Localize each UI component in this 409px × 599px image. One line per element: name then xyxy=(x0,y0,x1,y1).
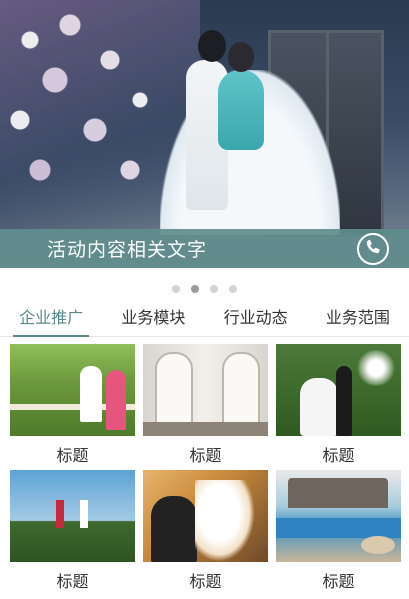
gallery-item-title[interactable]: 标题 xyxy=(143,442,268,466)
thumb-person xyxy=(106,370,126,430)
gallery-item[interactable]: 标题 xyxy=(10,470,135,592)
phone-button[interactable] xyxy=(357,233,389,265)
thumb-arch xyxy=(155,352,193,428)
gallery-thumbnail[interactable] xyxy=(143,344,268,436)
gallery-item[interactable]: 标题 xyxy=(143,470,268,592)
gallery-item[interactable]: 标题 xyxy=(276,470,401,592)
gallery-item-title[interactable]: 标题 xyxy=(276,568,401,592)
carousel-dot-active[interactable] xyxy=(190,285,199,293)
thumb-person xyxy=(56,500,64,528)
gallery-thumbnail[interactable] xyxy=(276,470,401,562)
gallery-item-title[interactable]: 标题 xyxy=(10,442,135,466)
thumb-person xyxy=(80,500,88,528)
banner-caption-bar: 活动内容相关文字 xyxy=(0,229,409,268)
banner-photo-head xyxy=(228,42,254,72)
thumb-pavilion xyxy=(288,478,388,508)
hero-banner[interactable]: 活动内容相关文字 xyxy=(0,0,409,268)
carousel-dot[interactable] xyxy=(171,285,180,293)
thumb-bride xyxy=(300,378,338,436)
thumb-water xyxy=(276,518,401,538)
gallery-item[interactable]: 标题 xyxy=(276,344,401,466)
tab-enterprise-promotion[interactable]: 企业推广 xyxy=(13,300,90,337)
gallery-thumbnail[interactable] xyxy=(10,470,135,562)
thumb-bride-veil xyxy=(195,480,255,562)
category-tabs: 企业推广 业务模块 行业动态 业务范围 xyxy=(0,300,409,337)
gallery-item-title[interactable]: 标题 xyxy=(10,568,135,592)
phone-icon xyxy=(364,238,382,260)
thumb-groom xyxy=(336,366,352,436)
gallery-item[interactable]: 标题 xyxy=(143,344,268,466)
thumb-arch xyxy=(222,352,260,428)
carousel-indicators xyxy=(0,278,409,293)
gallery-item-title[interactable]: 标题 xyxy=(143,568,268,592)
carousel-dot[interactable] xyxy=(229,285,238,293)
banner-caption: 活动内容相关文字 xyxy=(47,239,208,261)
thumb-groom xyxy=(151,496,197,562)
banner-photo-head xyxy=(198,30,226,62)
thumb-person xyxy=(80,366,102,422)
banner-photo-bride-top xyxy=(218,70,264,150)
tab-industry-news[interactable]: 行业动态 xyxy=(218,300,294,336)
gallery-thumbnail[interactable] xyxy=(276,344,401,436)
gallery-thumbnail[interactable] xyxy=(10,344,135,436)
tab-business-scope[interactable]: 业务范围 xyxy=(320,300,396,336)
gallery-thumbnail[interactable] xyxy=(143,470,268,562)
thumb-rock xyxy=(361,536,395,554)
gallery-item-title[interactable]: 标题 xyxy=(276,442,401,466)
gallery-item[interactable]: 标题 xyxy=(10,344,135,466)
thumb-water-spray xyxy=(356,350,396,386)
thumb-floor xyxy=(143,422,268,436)
tab-business-modules[interactable]: 业务模块 xyxy=(115,300,191,336)
carousel-dot[interactable] xyxy=(210,285,219,293)
